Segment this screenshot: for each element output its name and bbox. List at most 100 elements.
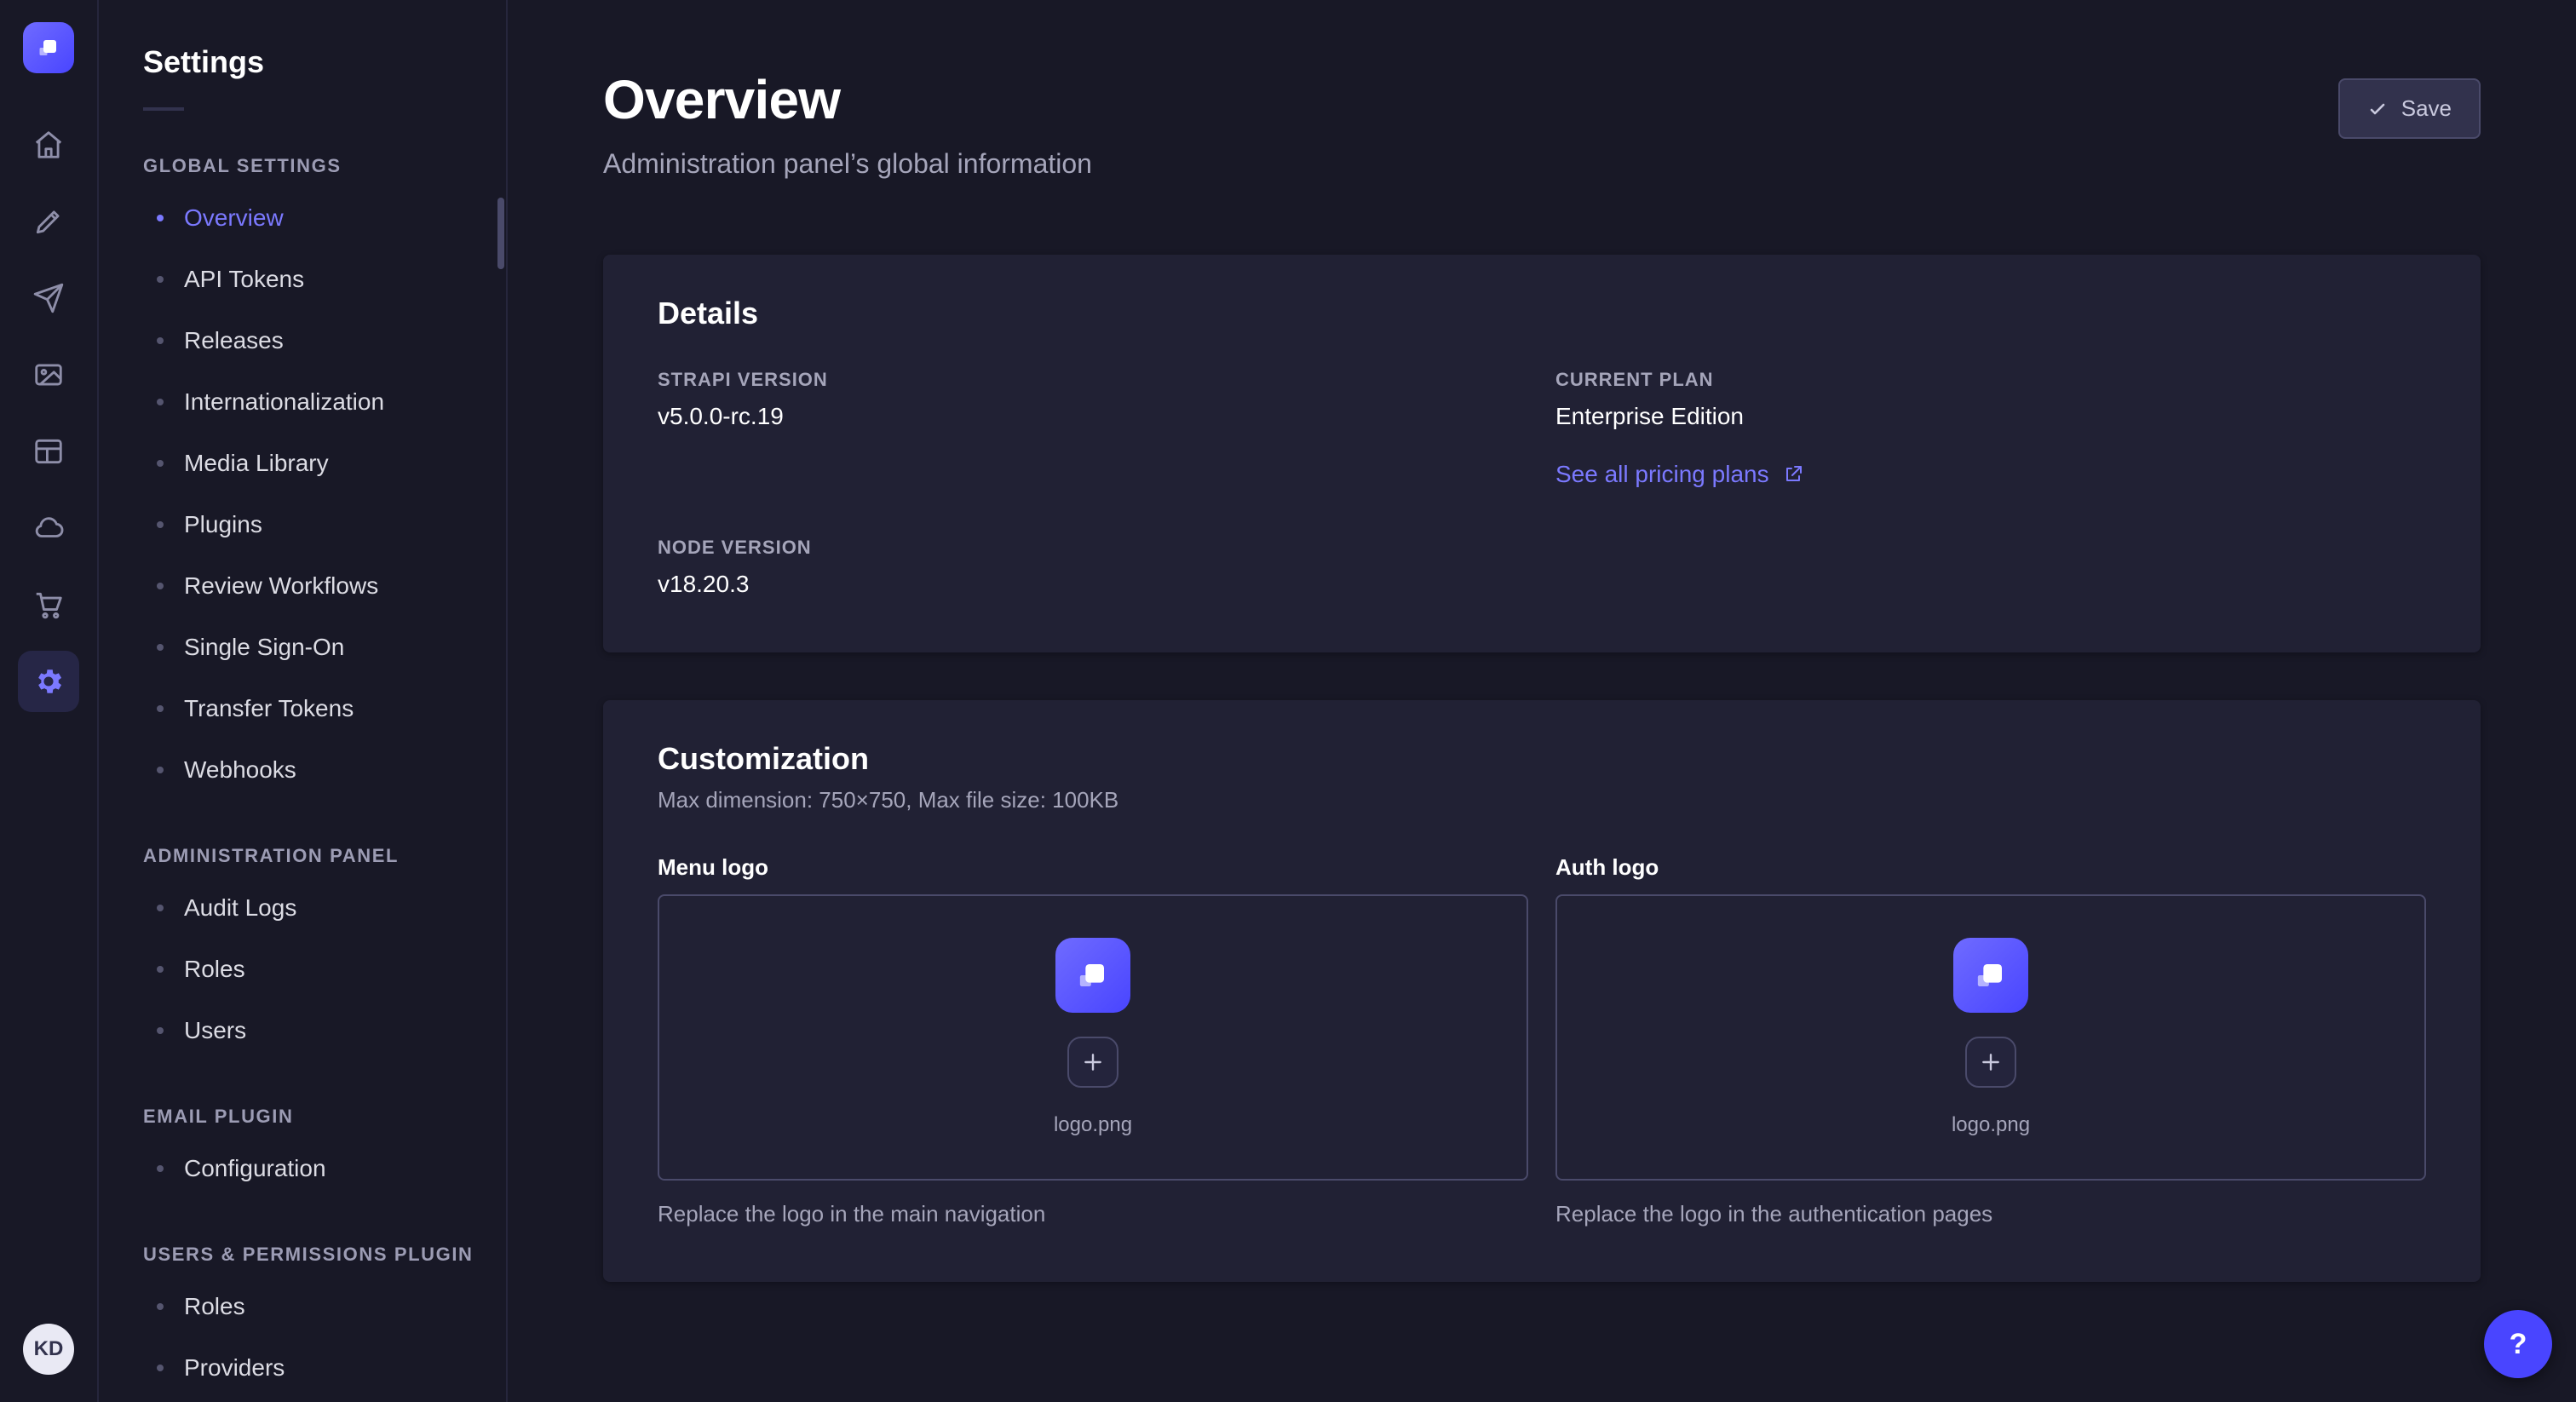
- section-email-plugin: EMAIL PLUGIN: [143, 1106, 486, 1128]
- bullet-icon: [157, 905, 164, 911]
- sidebar-item-label: Roles: [184, 1293, 245, 1320]
- sidebar-item-label: Roles: [184, 956, 245, 983]
- sidebar-item-single-sign-on[interactable]: Single Sign-On: [143, 617, 486, 678]
- page-subtitle: Administration panel’s global informatio…: [603, 148, 1092, 180]
- save-button-label: Save: [2401, 95, 2452, 122]
- sidebar-item-label: Plugins: [184, 511, 262, 538]
- bullet-icon: [157, 583, 164, 589]
- plus-icon: [1082, 1051, 1104, 1073]
- media-icon[interactable]: [18, 344, 79, 405]
- sidebar-scrollbar[interactable]: [497, 198, 504, 269]
- sidebar-item-label: API Tokens: [184, 266, 304, 293]
- menu-logo-add-button[interactable]: [1067, 1037, 1118, 1088]
- auth-logo-label: Auth logo: [1555, 854, 2426, 881]
- sidebar-item-label: Media Library: [184, 450, 329, 477]
- sidebar-item-media-library[interactable]: Media Library: [143, 433, 486, 494]
- sidebar-item-up-roles[interactable]: Roles: [143, 1276, 486, 1337]
- sidebar-item-label: Audit Logs: [184, 894, 296, 922]
- sidebar-item-audit-logs[interactable]: Audit Logs: [143, 877, 486, 939]
- sidebar-item-internationalization[interactable]: Internationalization: [143, 371, 486, 433]
- nav-list-users-permissions: Roles Providers: [143, 1276, 486, 1399]
- bullet-icon: [157, 276, 164, 283]
- send-icon[interactable]: [18, 267, 79, 329]
- sidebar-title: Settings: [143, 44, 486, 80]
- sidebar-item-label: Transfer Tokens: [184, 695, 354, 722]
- strapi-logo[interactable]: [23, 22, 74, 73]
- field-value: v18.20.3: [658, 571, 1528, 598]
- home-icon[interactable]: [18, 114, 79, 175]
- bullet-icon: [157, 1303, 164, 1310]
- details-card-title: Details: [658, 296, 2426, 331]
- help-button[interactable]: ?: [2484, 1310, 2552, 1378]
- menu-logo-preview: [1055, 938, 1130, 1013]
- plus-icon: [1980, 1051, 2002, 1073]
- section-administration-panel: ADMINISTRATION PANEL: [143, 845, 486, 867]
- bullet-icon: [157, 215, 164, 221]
- section-users-permissions-plugin: USERS & PERMISSIONS PLUGIN: [143, 1244, 486, 1266]
- field-node-version: NODE VERSION v18.20.3: [658, 537, 1528, 598]
- details-card: Details STRAPI VERSION v5.0.0-rc.19 CURR…: [603, 255, 2481, 652]
- sidebar-item-releases[interactable]: Releases: [143, 310, 486, 371]
- layout-icon[interactable]: [18, 421, 79, 482]
- menu-logo-upload: Menu logo logo.png Replace the logo in t…: [658, 854, 1528, 1227]
- details-grid: STRAPI VERSION v5.0.0-rc.19 CURRENT PLAN…: [658, 369, 2426, 598]
- sidebar-item-label: Providers: [184, 1354, 285, 1382]
- bullet-icon: [157, 460, 164, 467]
- customization-card-title: Customization: [658, 741, 2426, 777]
- sidebar-item-providers[interactable]: Providers: [143, 1337, 486, 1399]
- auth-logo-hint: Replace the logo in the authentication p…: [1555, 1201, 2426, 1227]
- bullet-icon: [157, 966, 164, 973]
- cart-icon[interactable]: [18, 574, 79, 635]
- menu-logo-hint: Replace the logo in the main navigation: [658, 1201, 1528, 1227]
- rail-nav: [18, 114, 79, 712]
- field-value: v5.0.0-rc.19: [658, 403, 1528, 430]
- save-button[interactable]: Save: [2338, 78, 2481, 139]
- bullet-icon: [157, 1027, 164, 1034]
- sidebar-item-configuration[interactable]: Configuration: [143, 1138, 486, 1199]
- sidebar-item-api-tokens[interactable]: API Tokens: [143, 249, 486, 310]
- sidebar-item-roles[interactable]: Roles: [143, 939, 486, 1000]
- bullet-icon: [157, 337, 164, 344]
- uploads-grid: Menu logo logo.png Replace the logo in t…: [658, 854, 2426, 1227]
- field-label: STRAPI VERSION: [658, 369, 1528, 391]
- page-header-text: Overview Administration panel’s global i…: [603, 68, 1092, 180]
- sidebar-item-label: Review Workflows: [184, 572, 378, 600]
- brush-icon[interactable]: [18, 191, 79, 252]
- bullet-icon: [157, 705, 164, 712]
- sidebar-item-label: Internationalization: [184, 388, 384, 416]
- sidebar-item-review-workflows[interactable]: Review Workflows: [143, 555, 486, 617]
- sidebar-item-webhooks[interactable]: Webhooks: [143, 739, 486, 801]
- nav-list-admin: Audit Logs Roles Users: [143, 877, 486, 1061]
- sidebar-item-users[interactable]: Users: [143, 1000, 486, 1061]
- bullet-icon: [157, 1365, 164, 1371]
- external-link-icon: [1783, 464, 1803, 485]
- sidebar-item-label: Webhooks: [184, 756, 296, 784]
- bullet-icon: [157, 644, 164, 651]
- pricing-plans-link[interactable]: See all pricing plans: [1555, 461, 1803, 488]
- nav-list-global: Overview API Tokens Releases Internation…: [143, 187, 486, 801]
- sidebar-item-label: Single Sign-On: [184, 634, 344, 661]
- section-global-settings: GLOBAL SETTINGS: [143, 155, 486, 177]
- bullet-icon: [157, 767, 164, 773]
- auth-logo-dropzone[interactable]: logo.png: [1555, 894, 2426, 1181]
- sidebar-item-label: Releases: [184, 327, 284, 354]
- main-content: Overview Administration panel’s global i…: [508, 0, 2576, 1402]
- settings-icon[interactable]: [18, 651, 79, 712]
- menu-logo-dropzone[interactable]: logo.png: [658, 894, 1528, 1181]
- field-current-plan: CURRENT PLAN Enterprise Edition See all …: [1555, 369, 2426, 489]
- sidebar-item-transfer-tokens[interactable]: Transfer Tokens: [143, 678, 486, 739]
- field-value: Enterprise Edition: [1555, 403, 2426, 430]
- bullet-icon: [157, 399, 164, 405]
- sidebar-item-label: Users: [184, 1017, 246, 1044]
- auth-logo-preview: [1953, 938, 2028, 1013]
- bullet-icon: [157, 521, 164, 528]
- sidebar-title-divider: [143, 107, 184, 111]
- sidebar-item-overview[interactable]: Overview: [143, 187, 486, 249]
- app-window: KD Settings GLOBAL SETTINGS Overview API…: [0, 0, 2576, 1402]
- cloud-icon[interactable]: [18, 497, 79, 559]
- sidebar-item-label: Configuration: [184, 1155, 326, 1182]
- avatar[interactable]: KD: [23, 1324, 74, 1375]
- auth-logo-add-button[interactable]: [1965, 1037, 2016, 1088]
- pricing-plans-link-label: See all pricing plans: [1555, 461, 1769, 488]
- sidebar-item-plugins[interactable]: Plugins: [143, 494, 486, 555]
